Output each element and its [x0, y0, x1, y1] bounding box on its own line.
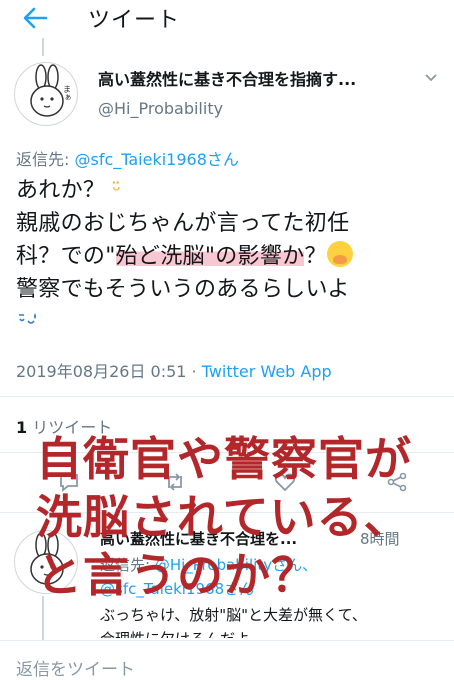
retweet-count: 1	[16, 418, 28, 437]
caption-line: 洗脳されている、	[36, 490, 411, 544]
tweet-text: あれか？ ᵕ̈ 親戚のおじちゃんが言ってた初任 科？での"殆ど洗脳"の影響か？ …	[16, 174, 446, 340]
reply-composer[interactable]: 返信をツイート	[0, 640, 454, 680]
author-name[interactable]: 高い蓋然性に基き不合理を指摘す...	[98, 66, 398, 90]
arrow-left-icon[interactable]	[22, 6, 50, 30]
hand-over-mouth-emoji-icon	[326, 241, 353, 267]
chevron-down-icon[interactable]	[424, 70, 438, 84]
highlighted-text: 殆ど洗脳"の影響か	[115, 244, 305, 269]
tweet-line-3c: ？	[304, 244, 327, 269]
reply-input-placeholder[interactable]: 返信をツイート	[16, 655, 135, 680]
source-link[interactable]: Twitter Web App	[202, 362, 332, 381]
reply-text: ぶっちゃけ、放射"脳"と大差が無くて、	[100, 606, 367, 624]
reply-text: 合理性に欠けるんだよ	[100, 628, 250, 638]
tweet-line-3a: 科？での"	[16, 244, 116, 269]
svg-text:まぁ: まぁ	[63, 85, 72, 101]
caption-line: 自衛官や警察官が	[36, 432, 412, 486]
sweat-emoji-icon	[16, 307, 38, 340]
caption-overlay: 自衛官や警察官が 洗脳されている、 と言うのか？	[36, 430, 446, 604]
timestamp-text: 2019年08月26日 0:51 ·	[16, 362, 202, 381]
tweet-line-1: あれか？	[16, 178, 106, 203]
caption-line: と言うのか？	[36, 548, 318, 602]
reply-to: 返信先: @sfc_Taieki1968さん	[16, 146, 239, 170]
reply-to-label: 返信先:	[16, 150, 75, 169]
top-bar: ツイート	[0, 0, 454, 40]
avatar[interactable]: まぁ	[14, 62, 78, 126]
thread-line	[42, 38, 44, 56]
tweet-timestamp: 2019年08月26日 0:51 · Twitter Web App	[16, 358, 332, 382]
page-title: ツイート	[88, 8, 181, 33]
author-handle[interactable]: @Hi_Probability	[98, 99, 223, 118]
wink-emoji-icon: ᵕ̈	[112, 178, 122, 202]
tweet-line-2: 親戚のおじちゃんが言ってた初任	[16, 211, 350, 236]
tweet-line-4: 警察でもそういうのあるらしいよ	[16, 277, 350, 302]
divider	[0, 396, 454, 397]
reply-to-link[interactable]: @sfc_Taieki1968さん	[74, 150, 238, 169]
